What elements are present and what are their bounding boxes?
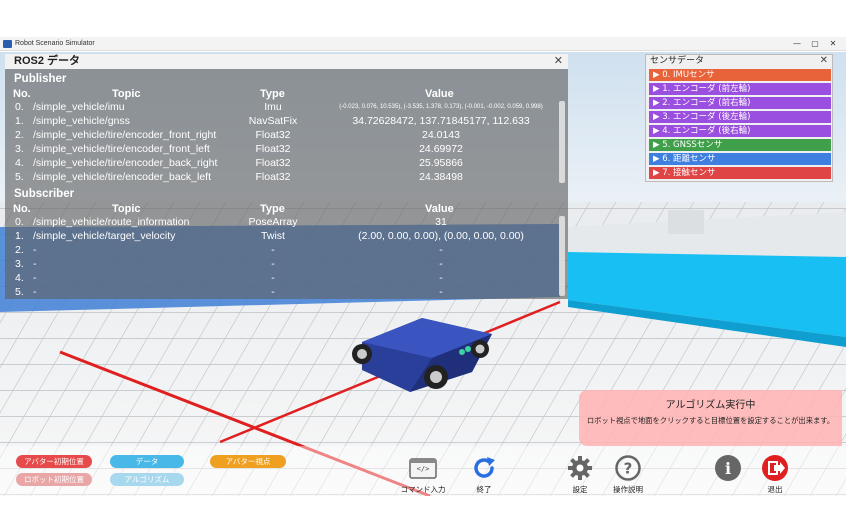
algorithm-button[interactable]: アルゴリズム <box>110 473 184 486</box>
code-icon: </> <box>409 454 437 482</box>
svg-text:i: i <box>725 459 731 478</box>
stop-label: 終了 <box>476 485 492 494</box>
sensor-item[interactable]: ▶ 0. IMUセンサ <box>649 69 831 81</box>
sensor-item[interactable]: ▶ 4. エンコーダ (後右輪) <box>649 125 831 137</box>
cell-no: 0. <box>15 216 24 228</box>
ros2-panel-title: ROS2 データ <box>14 55 81 67</box>
subscriber-label: Subscriber <box>14 188 75 200</box>
ros2-panel-header: ROS2 データ ✕ <box>5 54 568 69</box>
sensor-item[interactable]: ▶ 1. エンコーダ (前左輪) <box>649 83 831 95</box>
sensor-item[interactable]: ▶ 3. エンコーダ (後左輪) <box>649 111 831 123</box>
cell-value: - <box>439 244 443 256</box>
help-button[interactable]: ? 操作説明 <box>598 448 658 494</box>
help-label: 操作説明 <box>613 485 643 494</box>
command-input-label: コマンド入力 <box>400 485 446 494</box>
code-icon-text: </> <box>416 465 430 473</box>
sensor-data-panel: センサデータ ✕ ▶ 0. IMUセンサ ▶ 1. エンコーダ (前左輪) ▶ 2.… <box>645 54 833 182</box>
exit-icon <box>761 454 789 482</box>
gear-icon <box>566 454 594 482</box>
cell-value: 34.72628472, 137.71845177, 112.633 <box>352 115 530 127</box>
svg-text:?: ? <box>624 460 633 478</box>
cell-no: 0. <box>15 101 24 113</box>
subscriber-header-type: Type <box>260 203 285 215</box>
cell-topic: - <box>33 244 37 256</box>
publisher-header-no: No. <box>13 88 31 100</box>
sensor-item[interactable]: ▶ 6. 距離センサ <box>649 153 831 165</box>
minimize-button[interactable]: — <box>790 37 804 51</box>
cell-topic: - <box>33 272 37 284</box>
cell-value: 31 <box>435 216 447 228</box>
command-input-button[interactable]: </> コマンド入力 <box>393 448 453 494</box>
cell-topic: - <box>33 286 37 298</box>
sensor-panel-title: センサデータ <box>650 56 705 66</box>
cell-no: 5. <box>15 286 24 298</box>
cell-no: 2. <box>15 244 24 256</box>
sensor-item[interactable]: ▶ 5. GNSSセンサ <box>649 139 831 151</box>
cell-no: 3. <box>15 143 24 155</box>
subscriber-scrollbar[interactable] <box>559 216 565 296</box>
publisher-header-type: Type <box>260 88 285 100</box>
app-icon <box>3 40 12 48</box>
refresh-icon <box>470 454 498 482</box>
cell-topic: - <box>33 258 37 270</box>
close-icon[interactable]: ✕ <box>554 54 563 68</box>
robot-initial-position-button[interactable]: ロボット初期位置 <box>16 473 92 486</box>
subscriber-header-value: Value <box>425 203 454 215</box>
publisher-header-topic: Topic <box>112 88 141 100</box>
bottom-toolbar: アバター初期位置 データ アバター視点 ロボット初期位置 アルゴリズム </> … <box>0 446 846 496</box>
cell-no: 3. <box>15 258 24 270</box>
question-icon: ? <box>614 454 642 482</box>
publisher-scrollbar[interactable] <box>559 101 565 183</box>
subscriber-header-topic: Topic <box>112 203 141 215</box>
sensor-item[interactable]: ▶ 2. エンコーダ (前右輪) <box>649 97 831 109</box>
info-icon: i <box>714 454 742 482</box>
avatar-initial-position-button[interactable]: アバター初期位置 <box>16 455 92 468</box>
algorithm-running-dialog: アルゴリズム実行中 ロボット視点で地面をクリックすると目標位置を設定することが出… <box>579 390 842 446</box>
window-titlebar: Robot Scenario Simulator — ▢ ✕ <box>0 37 846 51</box>
cell-value: - <box>439 272 443 284</box>
cell-value: - <box>439 286 443 298</box>
cell-no: 1. <box>15 115 24 127</box>
algorithm-dialog-message: ロボット視点で地面をクリックすると目標位置を設定することが出来ます。 <box>586 416 835 425</box>
close-window-button[interactable]: ✕ <box>826 37 840 51</box>
cell-no: 4. <box>15 157 24 169</box>
cell-topic: /simple_vehicle/gnss <box>33 115 130 127</box>
data-button[interactable]: データ <box>110 455 184 468</box>
ros2-data-panel: ROS2 データ ✕ Publisher No. Topic Type Valu… <box>5 54 568 299</box>
avatar-view-button[interactable]: アバター視点 <box>210 455 286 468</box>
app-window: Robot Scenario Simulator — ▢ ✕ ROS2 データ … <box>0 0 846 532</box>
subscriber-header-no: No. <box>13 203 31 215</box>
cell-value: 25.95866 <box>419 157 463 169</box>
publisher-header-value: Value <box>425 88 454 100</box>
sensor-item[interactable]: ▶ 7. 接触センサ <box>649 167 831 179</box>
exit-button[interactable]: 退出 <box>745 448 805 494</box>
cell-value: (-0.023, 0.076, 10.535), (-3.535, 1.378,… <box>339 104 543 110</box>
cell-value: 24.38498 <box>419 171 463 183</box>
cell-value: 24.0143 <box>422 129 460 141</box>
publisher-label: Publisher <box>14 73 67 85</box>
cell-value: 24.69972 <box>419 143 463 155</box>
stop-button[interactable]: 終了 <box>454 448 514 494</box>
cell-no: 5. <box>15 171 24 183</box>
cell-no: 4. <box>15 272 24 284</box>
cell-topic: /simple_vehicle/imu <box>33 101 125 113</box>
cell-no: 2. <box>15 129 24 141</box>
cell-no: 1. <box>15 230 24 242</box>
window-title: Robot Scenario Simulator <box>15 40 95 47</box>
algorithm-dialog-title: アルゴリズム実行中 <box>665 400 756 411</box>
cell-value: - <box>439 258 443 270</box>
close-icon[interactable]: ✕ <box>820 55 828 67</box>
cell-value: (2.00, 0.00, 0.00), (0.00, 0.00, 0.00) <box>358 230 524 242</box>
exit-label: 退出 <box>767 485 783 494</box>
maximize-button[interactable]: ▢ <box>808 37 822 51</box>
